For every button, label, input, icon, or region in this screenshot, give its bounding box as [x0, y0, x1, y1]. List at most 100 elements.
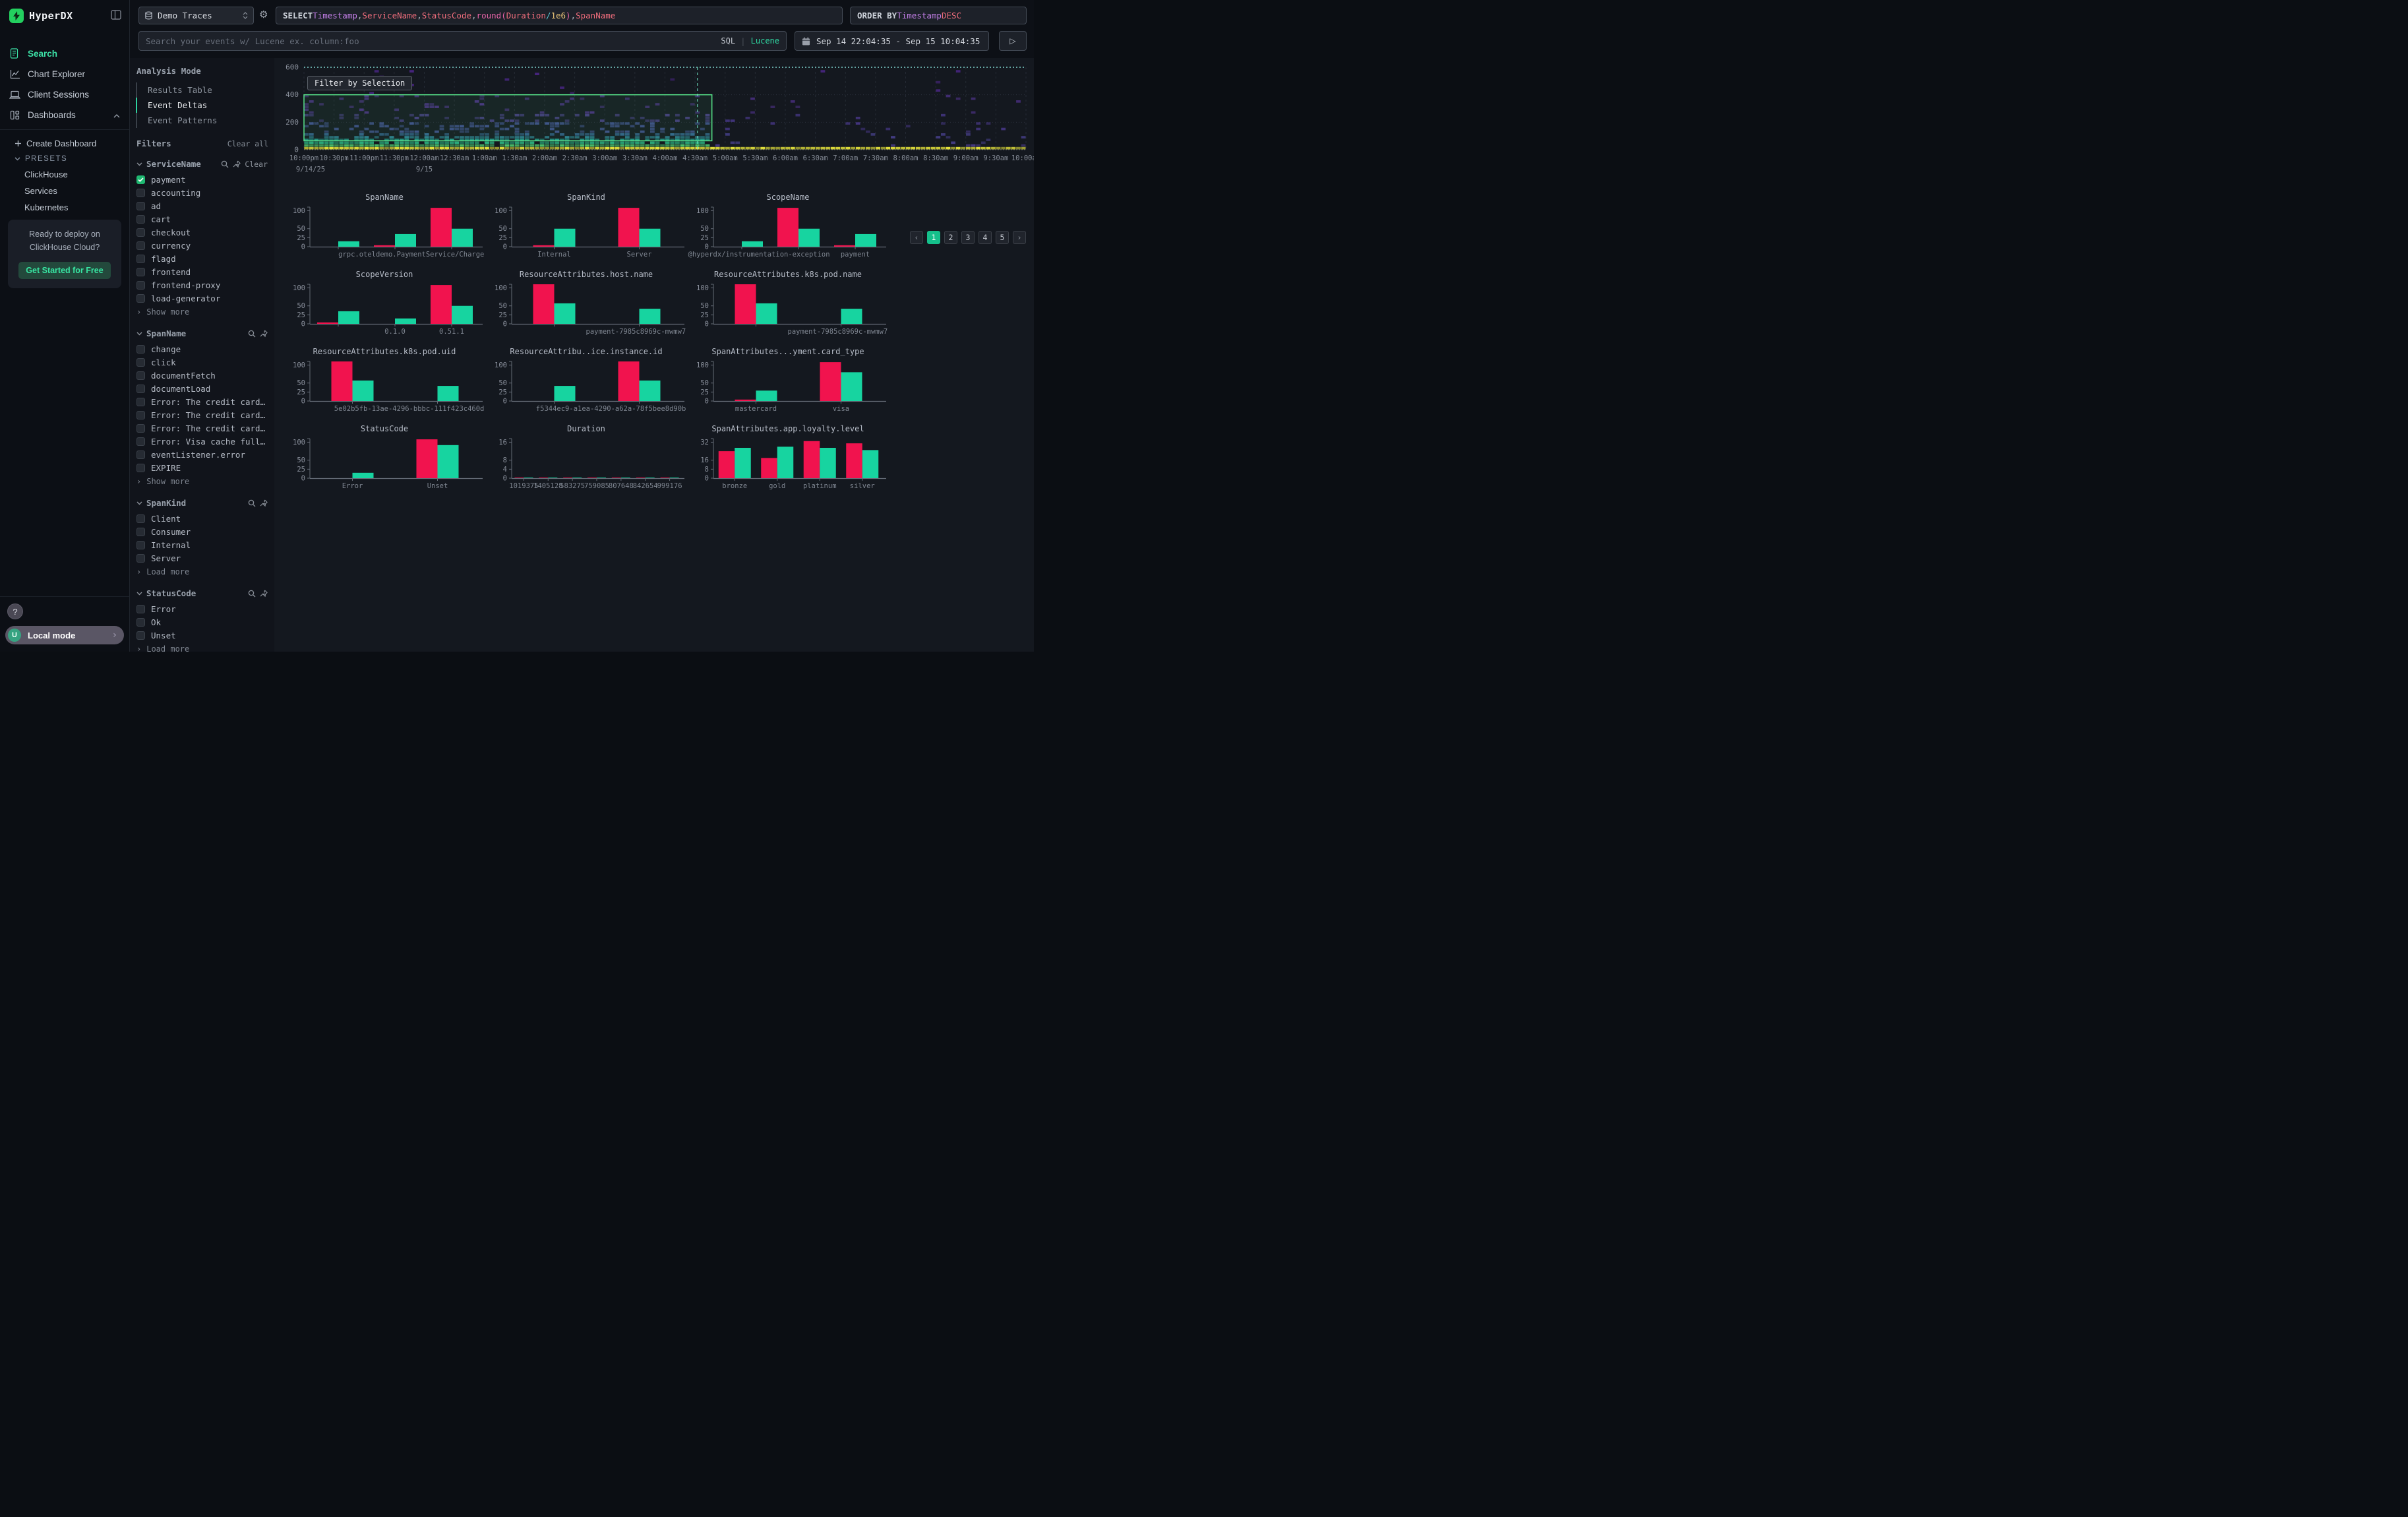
- bar-selected[interactable]: [846, 443, 862, 478]
- analysis-mode-event-patterns[interactable]: Event Patterns: [136, 113, 268, 128]
- time-range-picker[interactable]: Sep 14 22:04:35 - Sep 15 10:04:35: [795, 31, 989, 51]
- checkbox-unchecked[interactable]: [136, 294, 145, 303]
- pin-icon[interactable]: [233, 160, 241, 168]
- search-icon[interactable]: [248, 499, 256, 507]
- bar-selected[interactable]: [761, 458, 777, 478]
- chevron-down-icon[interactable]: [136, 501, 142, 505]
- filter-option[interactable]: ad: [136, 199, 268, 212]
- filter-option[interactable]: currency: [136, 239, 268, 252]
- filter-option[interactable]: load-generator: [136, 292, 268, 305]
- bar-baseline[interactable]: [777, 447, 794, 478]
- checkbox-unchecked[interactable]: [136, 514, 145, 523]
- bar-baseline[interactable]: [555, 386, 576, 401]
- filter-option[interactable]: payment: [136, 173, 268, 186]
- checkbox-unchecked[interactable]: [136, 371, 145, 380]
- bar-baseline[interactable]: [338, 311, 359, 324]
- bar-baseline[interactable]: [395, 234, 416, 247]
- search-input[interactable]: [146, 36, 715, 46]
- filter-option[interactable]: Error: The credit card (…: [136, 421, 268, 435]
- pagination-page-3[interactable]: 3: [961, 231, 975, 244]
- bar-baseline[interactable]: [756, 390, 777, 401]
- filter-by-selection-button[interactable]: Filter by Selection: [307, 76, 412, 90]
- sidebar-item-search[interactable]: Search: [0, 43, 129, 64]
- checkbox-checked[interactable]: [136, 175, 145, 184]
- bar-selected[interactable]: [777, 208, 798, 247]
- filter-option[interactable]: eventListener.error: [136, 448, 268, 461]
- bar-baseline[interactable]: [395, 319, 416, 324]
- filter-option[interactable]: Error: The credit card (…: [136, 408, 268, 421]
- bar-selected[interactable]: [618, 361, 640, 401]
- checkbox-unchecked[interactable]: [136, 450, 145, 459]
- lang-toggle-sql[interactable]: SQL: [721, 36, 735, 46]
- pagination-prev-button[interactable]: ‹: [910, 231, 923, 244]
- bar-baseline[interactable]: [452, 229, 473, 247]
- checkbox-unchecked[interactable]: [136, 411, 145, 419]
- sidebar-item-dashboards[interactable]: Dashboards: [0, 105, 129, 125]
- chevron-down-icon[interactable]: [136, 162, 142, 166]
- clear-all-button[interactable]: Clear all: [227, 139, 268, 148]
- checkbox-unchecked[interactable]: [136, 464, 145, 472]
- show-more-button[interactable]: ›Show more: [136, 474, 268, 489]
- bar-baseline[interactable]: [640, 381, 661, 401]
- checkbox-unchecked[interactable]: [136, 241, 145, 250]
- pin-icon[interactable]: [260, 590, 268, 598]
- pagination-page-1[interactable]: 1: [927, 231, 940, 244]
- filter-option[interactable]: Error: [136, 602, 268, 615]
- filter-option[interactable]: Internal: [136, 538, 268, 551]
- bar-baseline[interactable]: [640, 229, 661, 247]
- presets-toggle[interactable]: PRESETS: [0, 152, 129, 166]
- search-icon[interactable]: [248, 590, 256, 598]
- filter-option[interactable]: documentFetch: [136, 369, 268, 382]
- bar-baseline[interactable]: [640, 309, 661, 324]
- checkbox-unchecked[interactable]: [136, 605, 145, 613]
- bar-selected[interactable]: [417, 439, 438, 478]
- order-by-input[interactable]: ORDER BY Timestamp DESC: [850, 7, 1027, 24]
- filter-option[interactable]: checkout: [136, 226, 268, 239]
- bar-baseline[interactable]: [438, 445, 459, 478]
- bar-baseline[interactable]: [798, 229, 820, 247]
- events-heatmap[interactable]: Filter by Selection 020040060010:00pm10:…: [274, 58, 1034, 187]
- checkbox-unchecked[interactable]: [136, 541, 145, 549]
- filter-option[interactable]: Server: [136, 551, 268, 565]
- filter-option[interactable]: change: [136, 342, 268, 356]
- pagination-page-5[interactable]: 5: [996, 231, 1009, 244]
- analysis-mode-results-table[interactable]: Results Table: [136, 82, 268, 98]
- filter-option[interactable]: frontend-proxy: [136, 278, 268, 292]
- selection-brush[interactable]: [304, 95, 712, 141]
- filter-option[interactable]: EXPIRE: [136, 461, 268, 474]
- local-mode-menu[interactable]: U Local mode ›: [5, 626, 124, 644]
- show-more-button[interactable]: ›Show more: [136, 305, 268, 319]
- bar-selected[interactable]: [431, 208, 452, 247]
- sidebar-preset-services[interactable]: Services: [0, 183, 129, 199]
- filter-option[interactable]: Error: Visa cache full: …: [136, 435, 268, 448]
- bar-baseline[interactable]: [735, 448, 751, 478]
- clear-group-button[interactable]: Clear: [245, 160, 268, 169]
- bar-selected[interactable]: [618, 208, 640, 247]
- chevron-down-icon[interactable]: [136, 332, 142, 336]
- filter-option[interactable]: frontend: [136, 265, 268, 278]
- bar-selected[interactable]: [719, 451, 735, 478]
- filter-option[interactable]: Unset: [136, 629, 268, 642]
- bar-baseline[interactable]: [855, 234, 876, 247]
- bar-selected[interactable]: [735, 284, 756, 324]
- load-more-button[interactable]: ›Load more: [136, 565, 268, 579]
- bar-baseline[interactable]: [353, 381, 374, 401]
- filter-option[interactable]: accounting: [136, 186, 268, 199]
- filter-option[interactable]: documentLoad: [136, 382, 268, 395]
- bar-baseline[interactable]: [338, 241, 359, 247]
- bar-baseline[interactable]: [353, 473, 374, 478]
- pagination-page-2[interactable]: 2: [944, 231, 957, 244]
- checkbox-unchecked[interactable]: [136, 631, 145, 640]
- filter-option[interactable]: flagd: [136, 252, 268, 265]
- bar-selected[interactable]: [820, 362, 841, 401]
- bar-selected[interactable]: [804, 441, 820, 478]
- pin-icon[interactable]: [260, 499, 268, 507]
- checkbox-unchecked[interactable]: [136, 554, 145, 563]
- checkbox-unchecked[interactable]: [136, 345, 145, 354]
- checkbox-unchecked[interactable]: [136, 215, 145, 224]
- bar-baseline[interactable]: [452, 306, 473, 324]
- checkbox-unchecked[interactable]: [136, 424, 145, 433]
- source-select[interactable]: Demo Traces: [138, 7, 254, 24]
- sidebar-preset-clickhouse[interactable]: ClickHouse: [0, 166, 129, 183]
- filter-option[interactable]: click: [136, 356, 268, 369]
